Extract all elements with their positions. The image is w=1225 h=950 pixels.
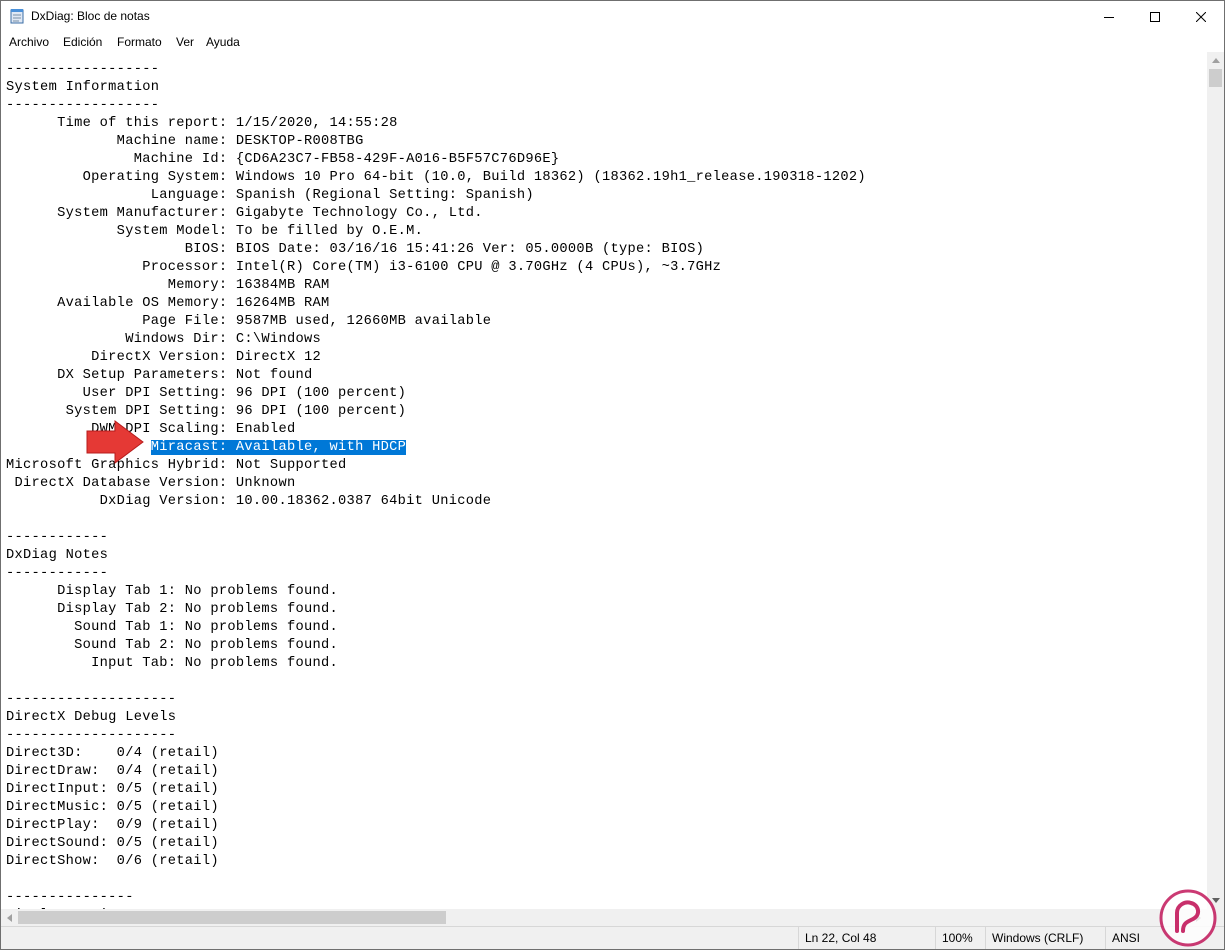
document-line: ------------------ (6, 62, 160, 77)
document-line: DirectX Debug Levels (6, 710, 177, 725)
document-line: -------------------- (6, 728, 177, 743)
document-line: System Information (6, 80, 160, 95)
menu-archivo[interactable]: Archivo (9, 35, 49, 49)
document-line: Microsoft Graphics Hybrid: Not Supported (6, 458, 347, 473)
document-line: DirectMusic: 0/5 (retail) (6, 800, 219, 815)
maximize-icon (1150, 11, 1160, 22)
document-line: Display Tab 2: No problems found. (6, 602, 339, 617)
scroll-left-icon[interactable] (1, 909, 18, 926)
document-line: System Model: To be filled by O.E.M. (6, 224, 424, 239)
menu-ver[interactable]: Ver (176, 35, 194, 49)
menu-formato[interactable]: Formato (117, 35, 162, 49)
text-editor[interactable]: ------------------ System Information ----… (1, 52, 1207, 909)
scroll-up-icon[interactable] (1207, 52, 1224, 69)
document-line: -------------------- (6, 692, 177, 707)
document-line: Sound Tab 2: No problems found. (6, 638, 339, 653)
menu-bar: Archivo Edición Formato Ver Ayuda (1, 32, 1224, 52)
document-line: ------------ (6, 530, 109, 545)
document-line: DirectShow: 0/6 (retail) (6, 854, 219, 869)
window-title: DxDiag: Bloc de notas (31, 9, 150, 23)
document-line: DWM DPI Scaling: Enabled (6, 422, 296, 437)
minimize-icon (1104, 16, 1114, 18)
line-ending: Windows (CRLF) (985, 927, 1112, 949)
horizontal-scroll-thumb[interactable] (18, 911, 446, 924)
title-bar[interactable]: DxDiag: Bloc de notas (1, 1, 1224, 32)
notepad-icon (10, 8, 24, 24)
zoom-level: 100% (935, 927, 986, 949)
document-line: --------------- (6, 890, 134, 905)
document-line: DxDiag Notes (6, 548, 109, 563)
document-line: DX Setup Parameters: Not found (6, 368, 313, 383)
document-line: DirectPlay: 0/9 (retail) (6, 818, 219, 833)
document-line: Machine Id: {CD6A23C7-FB58-429F-A016-B5F… (6, 152, 560, 167)
menu-edicion[interactable]: Edición (63, 35, 102, 49)
document-line: System DPI Setting: 96 DPI (100 percent) (6, 404, 407, 419)
horizontal-scrollbar[interactable] (1, 909, 1207, 926)
document-line: ------------------ (6, 98, 160, 113)
document-line: DirectInput: 0/5 (retail) (6, 782, 219, 797)
document-line: DirectX Version: DirectX 12 (6, 350, 322, 365)
document-line: Miracast: Available, with HDCP (6, 439, 407, 457)
close-icon (1196, 11, 1206, 22)
document-line: Processor: Intel(R) Core(TM) i3-6100 CPU… (6, 260, 722, 275)
document-line: Sound Tab 1: No problems found. (6, 620, 339, 635)
document-line: DxDiag Version: 10.00.18362.0387 64bit U… (6, 494, 492, 509)
document-line: User DPI Setting: 96 DPI (100 percent) (6, 386, 407, 401)
minimize-button[interactable] (1086, 1, 1132, 32)
cursor-position: Ln 22, Col 48 (798, 927, 935, 949)
vertical-scroll-thumb[interactable] (1209, 69, 1222, 87)
notepad-window: DxDiag: Bloc de notas Archivo Edición Fo… (0, 0, 1225, 950)
document-line: Time of this report: 1/15/2020, 14:55:28 (6, 116, 398, 131)
vertical-scrollbar[interactable] (1207, 52, 1224, 909)
document-line: Windows Dir: C:\Windows (6, 332, 322, 347)
document-line: DirectX Database Version: Unknown (6, 476, 296, 491)
close-button[interactable] (1178, 1, 1224, 32)
document-line: Direct3D: 0/4 (retail) (6, 746, 219, 761)
document-line: Memory: 16384MB RAM (6, 278, 330, 293)
document-line: Operating System: Windows 10 Pro 64-bit … (6, 170, 866, 185)
document-line: ------------ (6, 566, 109, 581)
document-line: BIOS: BIOS Date: 03/16/16 15:41:26 Ver: … (6, 242, 705, 257)
status-bar: Ln 22, Col 48 100% Windows (CRLF) ANSI (1, 926, 1224, 949)
maximize-button[interactable] (1132, 1, 1178, 32)
document-line: Language: Spanish (Regional Setting: Spa… (6, 188, 534, 203)
document-line: Display Tab 1: No problems found. (6, 584, 339, 599)
menu-ayuda[interactable]: Ayuda (206, 35, 240, 49)
document-line: Available OS Memory: 16264MB RAM (6, 296, 330, 311)
selected-text[interactable]: Miracast: Available, with HDCP (150, 440, 407, 455)
document-line: Input Tab: No problems found. (6, 656, 339, 671)
document-line: Machine name: DESKTOP-R008TBG (6, 134, 364, 149)
document-line: System Manufacturer: Gigabyte Technology… (6, 206, 483, 221)
annotation-arrow-icon (86, 420, 144, 464)
watermark-logo-icon (1159, 889, 1217, 947)
document-line: DirectDraw: 0/4 (retail) (6, 764, 219, 779)
document-line: Page File: 9587MB used, 12660MB availabl… (6, 314, 492, 329)
document-line: DirectSound: 0/5 (retail) (6, 836, 219, 851)
